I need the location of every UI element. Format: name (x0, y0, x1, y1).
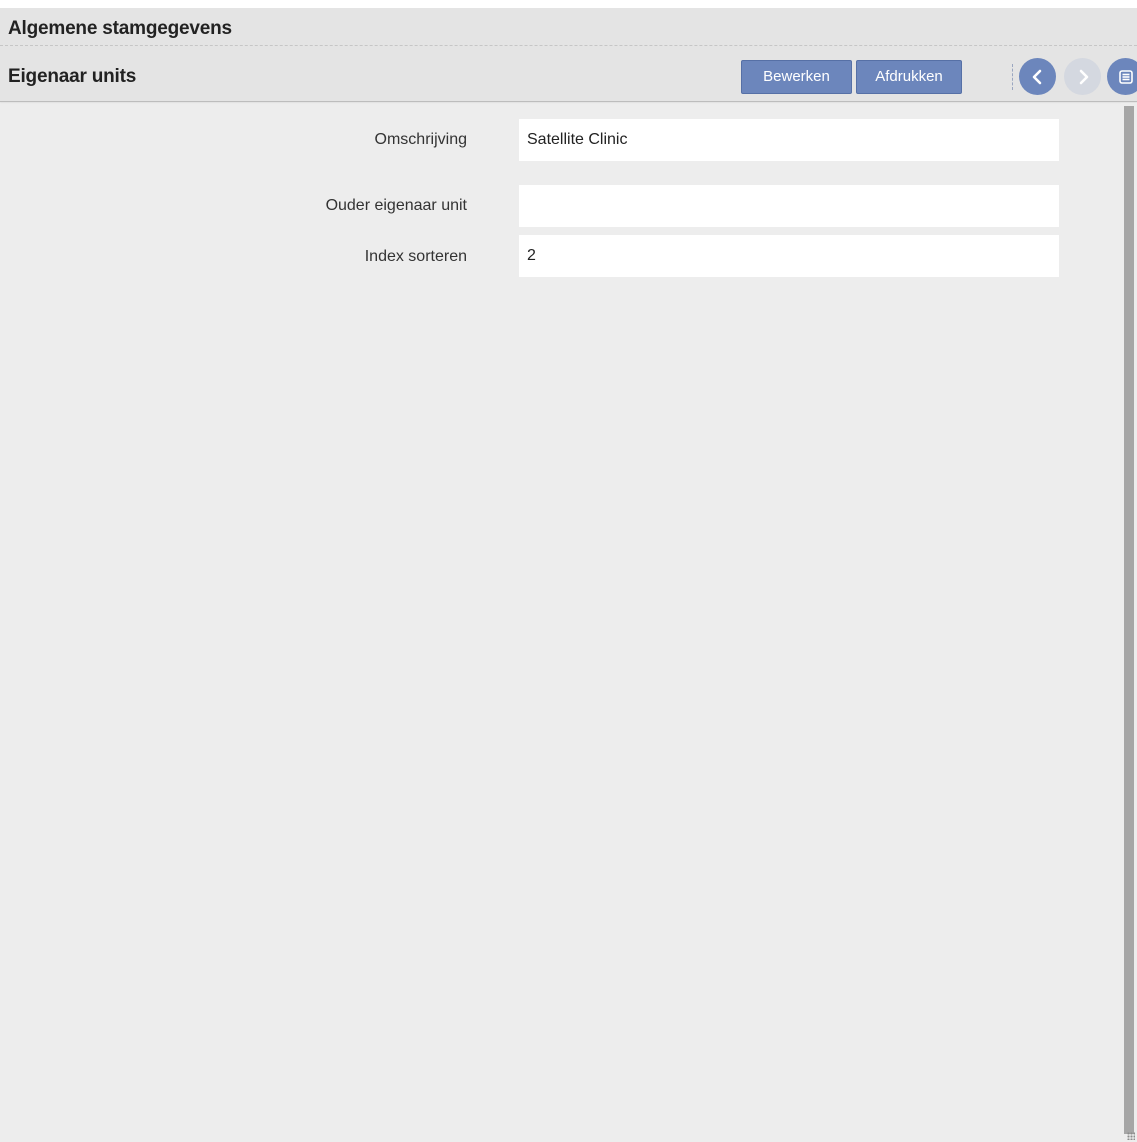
previous-record-button[interactable] (1019, 58, 1056, 95)
toolbar-divider (1012, 64, 1013, 90)
description-field[interactable] (519, 119, 1059, 161)
sort-index-field[interactable] (519, 235, 1059, 277)
print-button[interactable]: Afdrukken (856, 60, 962, 94)
parent-owner-unit-label: Ouder eigenaar unit (325, 197, 467, 214)
chevron-left-icon (1032, 69, 1041, 84)
section-title: Eigenaar units (8, 66, 137, 87)
vertical-scrollbar[interactable] (1121, 103, 1137, 1142)
page-title: Algemene stamgegevens (8, 18, 232, 39)
scrollbar-thumb[interactable] (1124, 106, 1134, 1134)
menu-button[interactable] (1107, 58, 1137, 95)
app-window: Algemene stamgegevens Eigenaar units Bew… (0, 8, 1137, 1142)
next-record-button[interactable] (1064, 58, 1101, 95)
sort-index-label: Index sorteren (364, 248, 467, 265)
resize-grip-icon[interactable] (1127, 1132, 1135, 1140)
page-header: Algemene stamgegevens (0, 8, 1137, 46)
menu-icon (1118, 69, 1133, 84)
edit-button[interactable]: Bewerken (741, 60, 852, 94)
description-label: Omschrijving (374, 131, 467, 148)
form-area: Omschrijving Ouder eigenaar unit Index s… (0, 103, 1121, 1142)
chevron-right-icon (1079, 69, 1088, 84)
section-header: Eigenaar units Bewerken Afdrukken (0, 46, 1137, 102)
parent-owner-unit-field[interactable] (519, 185, 1059, 227)
